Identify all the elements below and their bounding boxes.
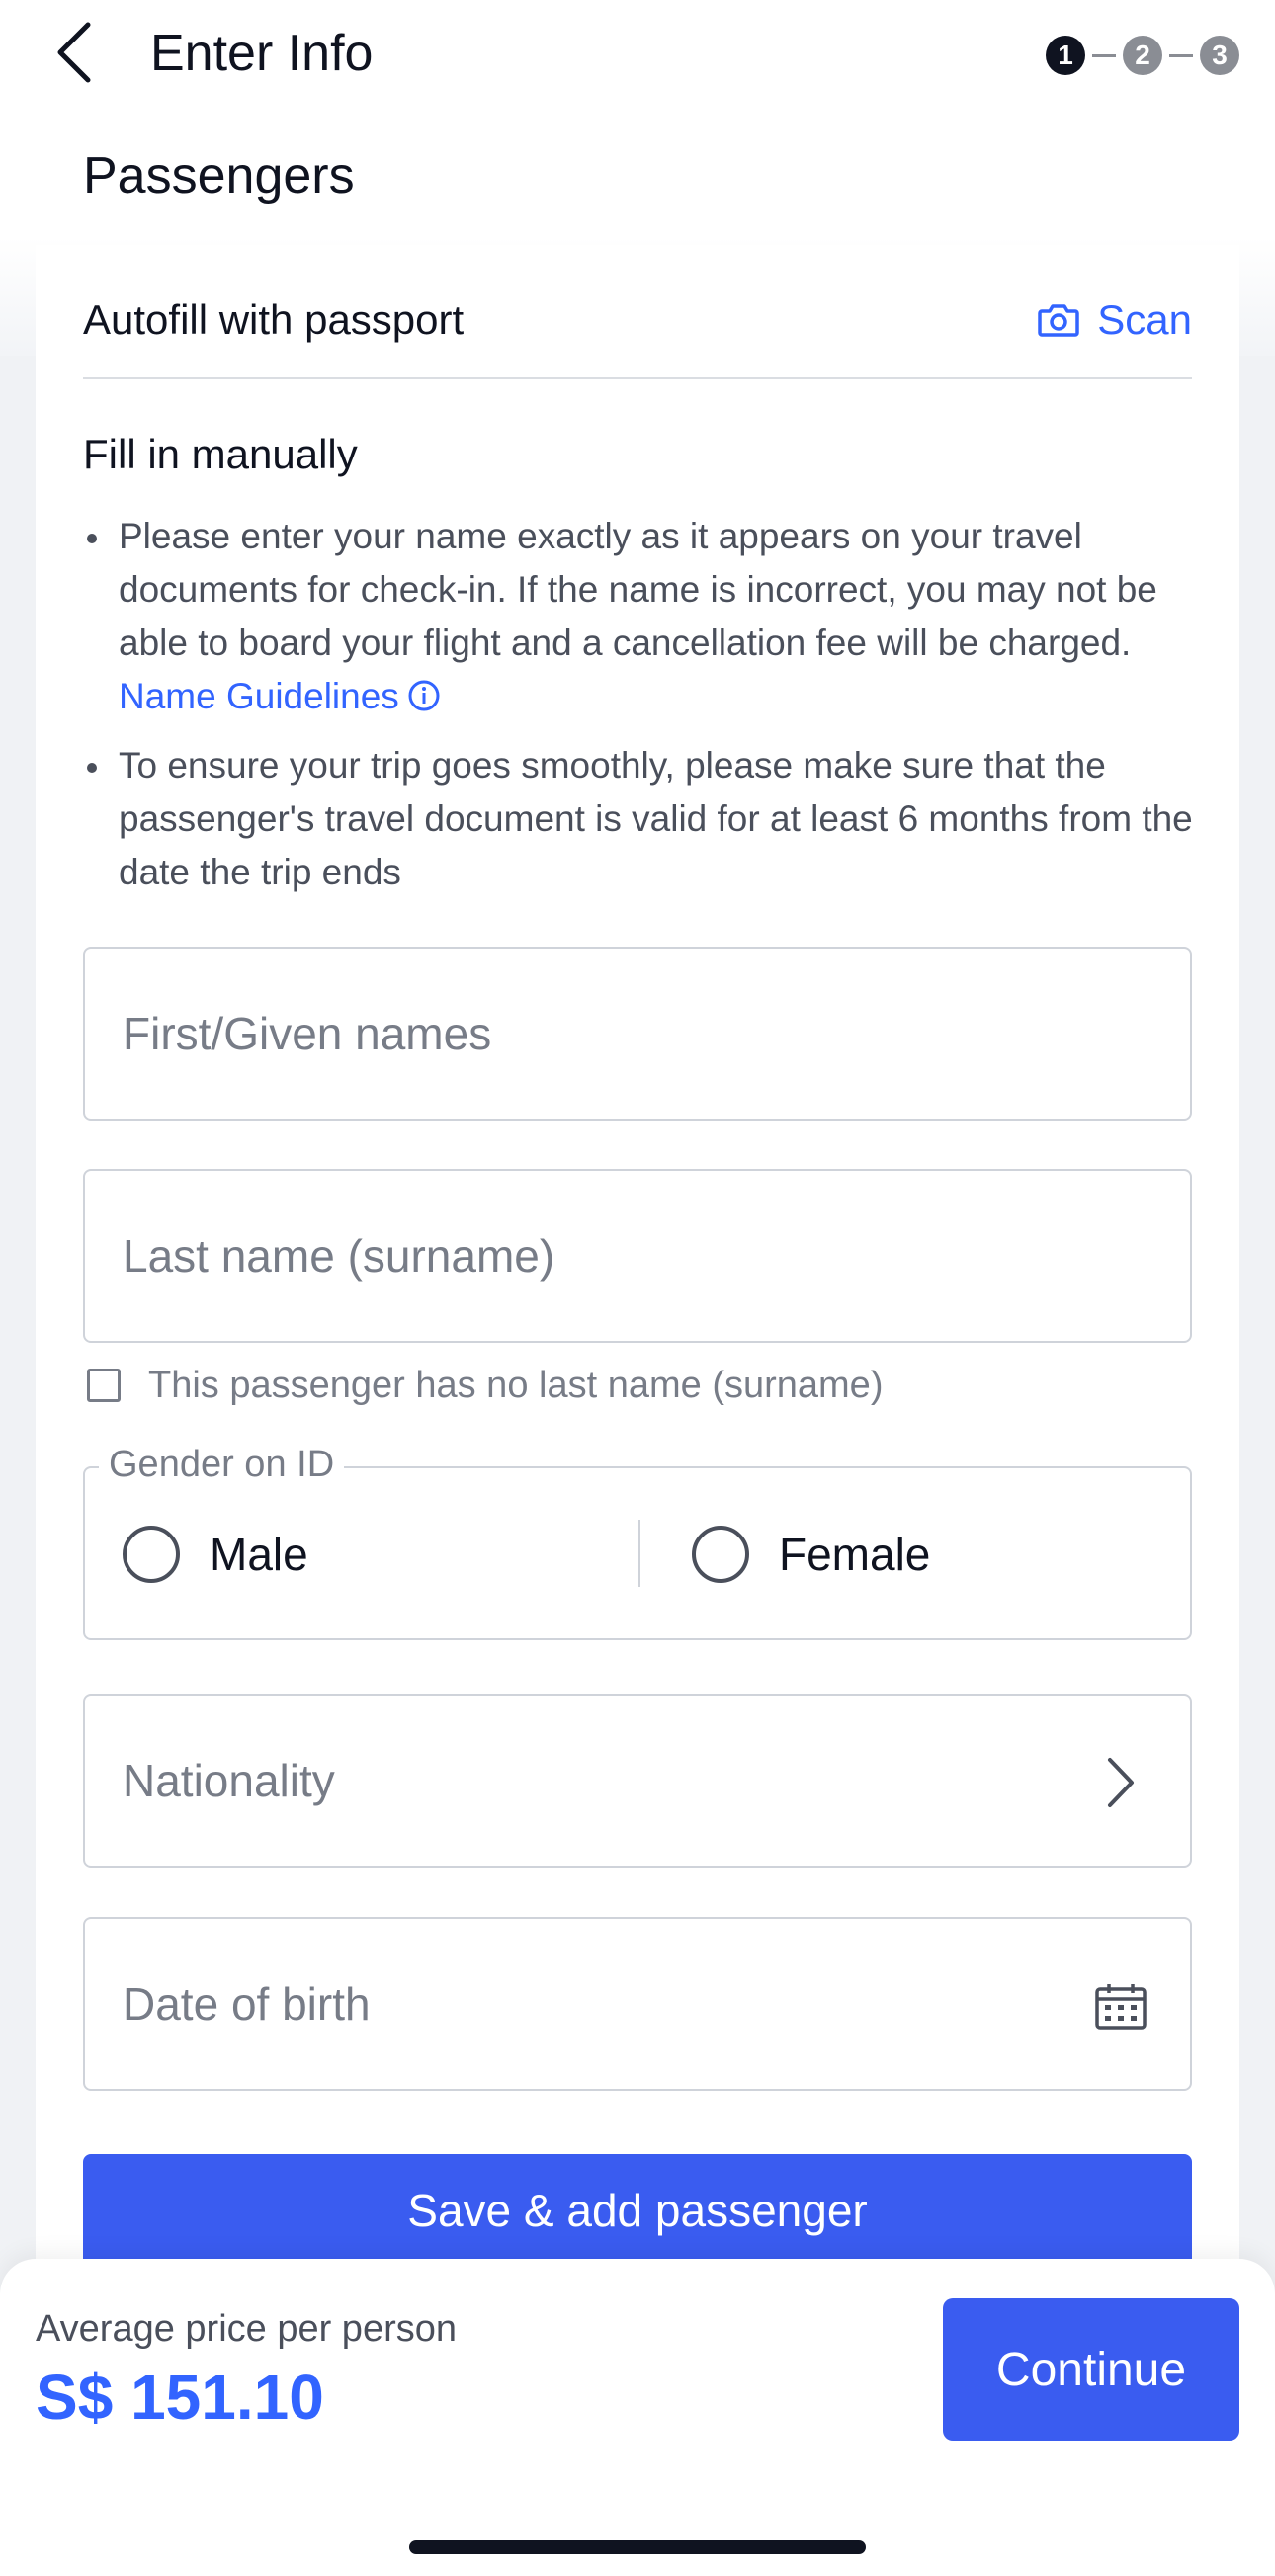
nationality-placeholder: Nationality bbox=[123, 1755, 335, 1806]
gender-field: Gender on ID Male Female bbox=[83, 1439, 1192, 1640]
back-button[interactable] bbox=[40, 18, 109, 87]
gender-male-option[interactable]: Male bbox=[123, 1520, 308, 1589]
home-indicator bbox=[409, 2540, 866, 2554]
gender-female-option[interactable]: Female bbox=[692, 1520, 930, 1589]
passenger-form-card: Autofill with passport Scan Fill in manu… bbox=[36, 245, 1239, 2320]
price-value: S$ 151.10 bbox=[36, 2362, 324, 2433]
step-connector bbox=[1169, 53, 1193, 57]
step-connector bbox=[1092, 53, 1116, 57]
continue-button[interactable]: Continue bbox=[943, 2298, 1239, 2441]
no-last-name-label: This passenger has no last name (surname… bbox=[148, 1364, 884, 1406]
divider bbox=[83, 377, 1192, 379]
gender-legend: Gender on ID bbox=[99, 1439, 345, 1490]
female-label: Female bbox=[779, 1529, 931, 1580]
male-label: Male bbox=[210, 1529, 308, 1580]
step-3: 3 bbox=[1200, 36, 1239, 75]
gender-separator bbox=[638, 1520, 640, 1587]
first-name-placeholder: First/Given names bbox=[123, 1008, 492, 1059]
last-name-placeholder: Last name (surname) bbox=[123, 1230, 555, 1282]
name-guidelines-label: Name Guidelines bbox=[119, 676, 399, 716]
page-title: Enter Info bbox=[150, 25, 374, 82]
calendar-icon[interactable] bbox=[1091, 1976, 1150, 2036]
female-radio[interactable] bbox=[692, 1526, 749, 1583]
chevron-right-icon bbox=[1091, 1753, 1150, 1812]
camera-icon bbox=[1038, 300, 1081, 340]
first-name-input[interactable]: First/Given names bbox=[83, 947, 1192, 1121]
step-2: 2 bbox=[1123, 36, 1162, 75]
step-indicator: 1 2 3 bbox=[1046, 34, 1239, 77]
chevron-left-icon bbox=[57, 22, 91, 83]
scan-label: Scan bbox=[1097, 296, 1192, 343]
no-last-name-option[interactable]: This passenger has no last name (surname… bbox=[83, 1356, 883, 1415]
bottom-price-bar: Average price per person S$ 151.10 Conti… bbox=[0, 2259, 1275, 2576]
step-1: 1 bbox=[1046, 36, 1085, 75]
manual-fill-title: Fill in manually bbox=[83, 431, 358, 477]
male-radio[interactable] bbox=[123, 1526, 180, 1583]
no-last-name-checkbox[interactable] bbox=[87, 1369, 121, 1402]
note-item: Please enter your name exactly as it app… bbox=[83, 510, 1210, 727]
nationality-select[interactable]: Nationality bbox=[83, 1694, 1192, 1868]
autofill-row: Autofill with passport Scan bbox=[83, 275, 1192, 364]
note-text: To ensure your trip goes smoothly, pleas… bbox=[119, 745, 1193, 892]
date-of-birth-input[interactable]: Date of birth bbox=[83, 1917, 1192, 2091]
last-name-input[interactable]: Last name (surname) bbox=[83, 1169, 1192, 1343]
dob-placeholder: Date of birth bbox=[123, 1978, 371, 2030]
enter-info-screen: Enter Info 1 2 3 Passengers Autofill wit… bbox=[0, 0, 1275, 2576]
section-title: Passengers bbox=[83, 147, 355, 205]
autofill-label: Autofill with passport bbox=[83, 296, 465, 343]
info-circle-icon bbox=[407, 674, 441, 727]
note-item: To ensure your trip goes smoothly, pleas… bbox=[83, 739, 1210, 899]
price-label: Average price per person bbox=[36, 2308, 457, 2350]
scan-passport-button[interactable]: Scan bbox=[1038, 289, 1192, 352]
note-text: Please enter your name exactly as it app… bbox=[119, 516, 1157, 663]
name-guidelines-link[interactable]: Name Guidelines bbox=[119, 676, 441, 716]
name-notes: Please enter your name exactly as it app… bbox=[83, 510, 1210, 911]
